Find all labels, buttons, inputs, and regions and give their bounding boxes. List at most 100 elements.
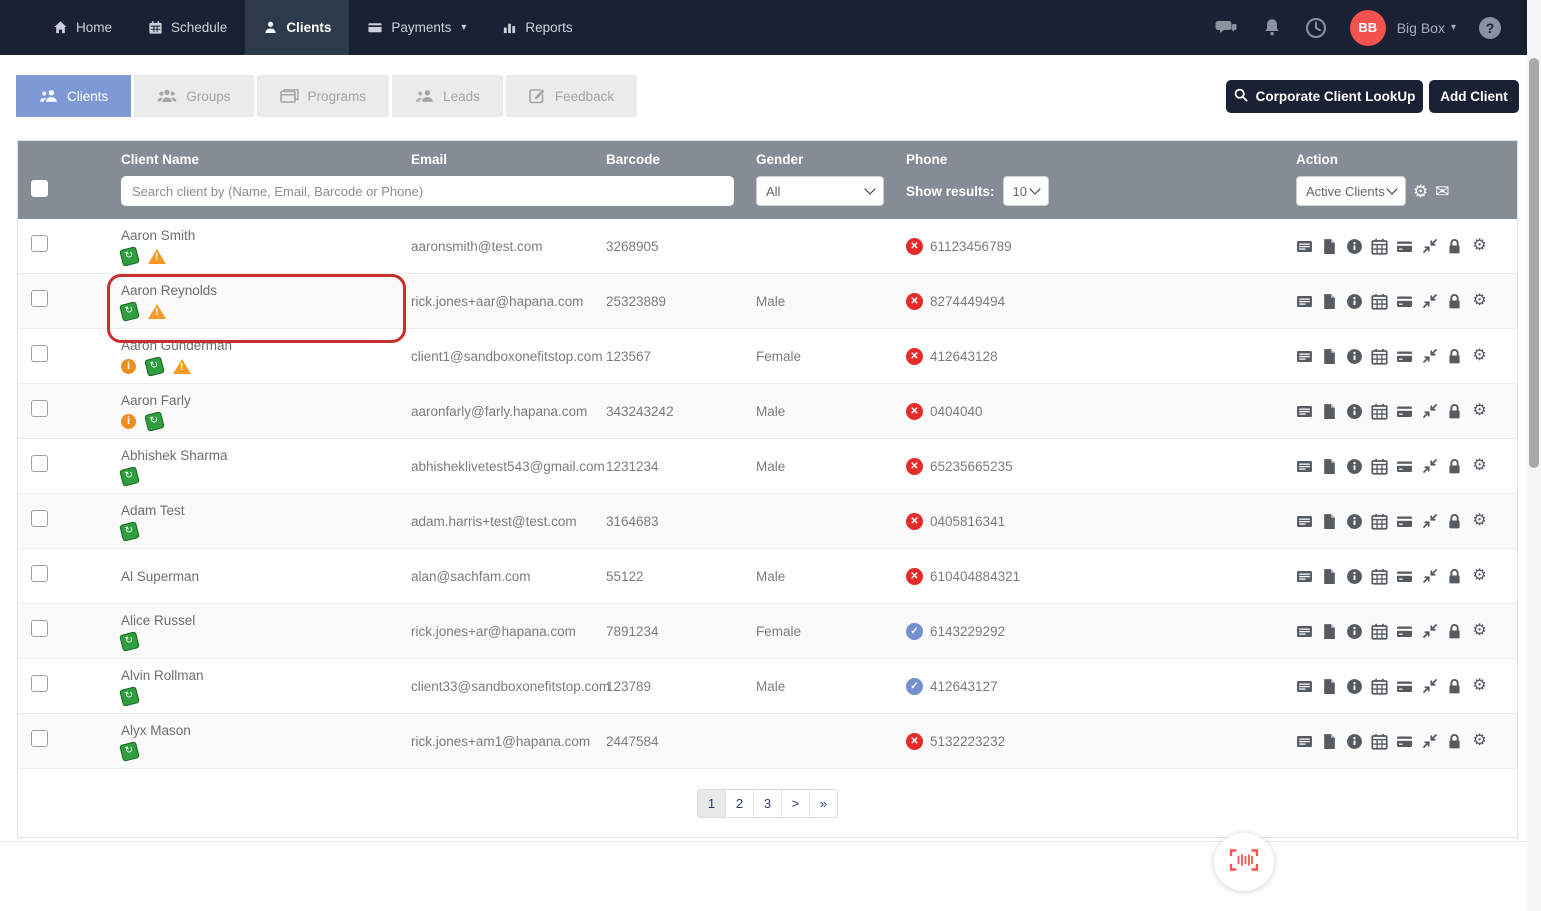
- merge-compress-icon[interactable]: [1421, 733, 1438, 750]
- nav-reports[interactable]: Reports: [484, 0, 590, 55]
- messages-icon[interactable]: [1215, 17, 1239, 39]
- barcode-scan-button[interactable]: [1214, 833, 1274, 891]
- row-checkbox[interactable]: [31, 730, 48, 747]
- info-circle-icon[interactable]: [1346, 403, 1363, 420]
- settings-gear-icon[interactable]: ⚙: [1413, 183, 1428, 200]
- document-icon[interactable]: [1321, 458, 1338, 475]
- row-checkbox[interactable]: [31, 400, 48, 417]
- account-menu[interactable]: Big Box ▾: [1397, 20, 1456, 36]
- merge-compress-icon[interactable]: [1421, 458, 1438, 475]
- settings-gear-icon[interactable]: ⚙: [1471, 678, 1488, 695]
- client-name[interactable]: Abhishek Sharma: [121, 448, 404, 463]
- row-checkbox[interactable]: [31, 620, 48, 637]
- merge-compress-icon[interactable]: [1421, 293, 1438, 310]
- pagination-item[interactable]: »: [809, 790, 837, 817]
- lock-icon[interactable]: [1446, 568, 1463, 585]
- merge-compress-icon[interactable]: [1421, 678, 1438, 695]
- credit-card-icon[interactable]: [1396, 513, 1413, 530]
- gender-filter-select[interactable]: All: [756, 176, 884, 206]
- calendar-icon[interactable]: [1371, 238, 1388, 255]
- merge-compress-icon[interactable]: [1421, 513, 1438, 530]
- credit-card-icon[interactable]: [1396, 678, 1413, 695]
- nav-clients[interactable]: Clients: [245, 0, 349, 55]
- info-circle-icon[interactable]: [1346, 733, 1363, 750]
- nav-schedule[interactable]: Schedule: [130, 0, 245, 55]
- lock-icon[interactable]: [1446, 348, 1463, 365]
- membership-card-icon[interactable]: [1296, 403, 1313, 420]
- calendar-icon[interactable]: [1371, 513, 1388, 530]
- clock-icon[interactable]: [1305, 17, 1327, 39]
- help-icon[interactable]: ?: [1479, 17, 1501, 39]
- membership-card-icon[interactable]: [1296, 733, 1313, 750]
- row-checkbox[interactable]: [31, 345, 48, 362]
- pagination-item[interactable]: 1: [698, 790, 725, 817]
- merge-compress-icon[interactable]: [1421, 348, 1438, 365]
- client-name[interactable]: Adam Test: [121, 503, 404, 518]
- document-icon[interactable]: [1321, 293, 1338, 310]
- settings-gear-icon[interactable]: ⚙: [1471, 293, 1488, 310]
- tab-feedback[interactable]: Feedback: [506, 75, 637, 117]
- document-icon[interactable]: [1321, 623, 1338, 640]
- calendar-icon[interactable]: [1371, 458, 1388, 475]
- merge-compress-icon[interactable]: [1421, 403, 1438, 420]
- show-results-select[interactable]: 10: [1003, 176, 1049, 206]
- client-name[interactable]: Alice Russel: [121, 613, 404, 628]
- membership-card-icon[interactable]: [1296, 678, 1313, 695]
- info-circle-icon[interactable]: [1346, 568, 1363, 585]
- calendar-icon[interactable]: [1371, 348, 1388, 365]
- row-checkbox[interactable]: [31, 290, 48, 307]
- client-name[interactable]: Alyx Mason: [121, 723, 404, 738]
- lock-icon[interactable]: [1446, 623, 1463, 640]
- info-circle-icon[interactable]: [1346, 238, 1363, 255]
- membership-card-icon[interactable]: [1296, 458, 1313, 475]
- merge-compress-icon[interactable]: [1421, 238, 1438, 255]
- settings-gear-icon[interactable]: ⚙: [1471, 458, 1488, 475]
- membership-card-icon[interactable]: [1296, 293, 1313, 310]
- lock-icon[interactable]: [1446, 293, 1463, 310]
- membership-card-icon[interactable]: [1296, 568, 1313, 585]
- document-icon[interactable]: [1321, 513, 1338, 530]
- settings-gear-icon[interactable]: ⚙: [1471, 513, 1488, 530]
- avatar[interactable]: BB: [1350, 10, 1386, 46]
- credit-card-icon[interactable]: [1396, 293, 1413, 310]
- pagination-item[interactable]: >: [781, 790, 809, 817]
- scrollbar-thumb[interactable]: [1529, 58, 1539, 468]
- tab-leads[interactable]: Leads: [392, 75, 503, 117]
- membership-card-icon[interactable]: [1296, 348, 1313, 365]
- info-circle-icon[interactable]: [1346, 623, 1363, 640]
- membership-card-icon[interactable]: [1296, 513, 1313, 530]
- calendar-icon[interactable]: [1371, 403, 1388, 420]
- credit-card-icon[interactable]: [1396, 733, 1413, 750]
- notifications-bell-icon[interactable]: [1262, 17, 1282, 39]
- document-icon[interactable]: [1321, 733, 1338, 750]
- lock-icon[interactable]: [1446, 733, 1463, 750]
- info-circle-icon[interactable]: [1346, 293, 1363, 310]
- lock-icon[interactable]: [1446, 458, 1463, 475]
- tab-clients[interactable]: Clients: [16, 75, 131, 117]
- membership-card-icon[interactable]: [1296, 238, 1313, 255]
- row-checkbox[interactable]: [31, 510, 48, 527]
- document-icon[interactable]: [1321, 238, 1338, 255]
- merge-compress-icon[interactable]: [1421, 623, 1438, 640]
- lock-icon[interactable]: [1446, 678, 1463, 695]
- tab-programs[interactable]: Programs: [257, 75, 390, 117]
- tab-groups[interactable]: Groups: [134, 75, 253, 117]
- info-circle-icon[interactable]: [1346, 458, 1363, 475]
- calendar-icon[interactable]: [1371, 678, 1388, 695]
- row-checkbox[interactable]: [31, 455, 48, 472]
- corporate-client-lookup-button[interactable]: Corporate Client LookUp: [1226, 80, 1423, 113]
- document-icon[interactable]: [1321, 348, 1338, 365]
- calendar-icon[interactable]: [1371, 623, 1388, 640]
- settings-gear-icon[interactable]: ⚙: [1471, 568, 1488, 585]
- client-name[interactable]: Aaron Gunderman: [121, 338, 404, 353]
- document-icon[interactable]: [1321, 678, 1338, 695]
- settings-gear-icon[interactable]: ⚙: [1471, 623, 1488, 640]
- credit-card-icon[interactable]: [1396, 568, 1413, 585]
- document-icon[interactable]: [1321, 403, 1338, 420]
- settings-gear-icon[interactable]: ⚙: [1471, 348, 1488, 365]
- client-name[interactable]: Aaron Reynolds: [121, 283, 404, 298]
- status-filter-select[interactable]: Active Clients: [1296, 176, 1406, 206]
- membership-card-icon[interactable]: [1296, 623, 1313, 640]
- merge-compress-icon[interactable]: [1421, 568, 1438, 585]
- info-circle-icon[interactable]: [1346, 678, 1363, 695]
